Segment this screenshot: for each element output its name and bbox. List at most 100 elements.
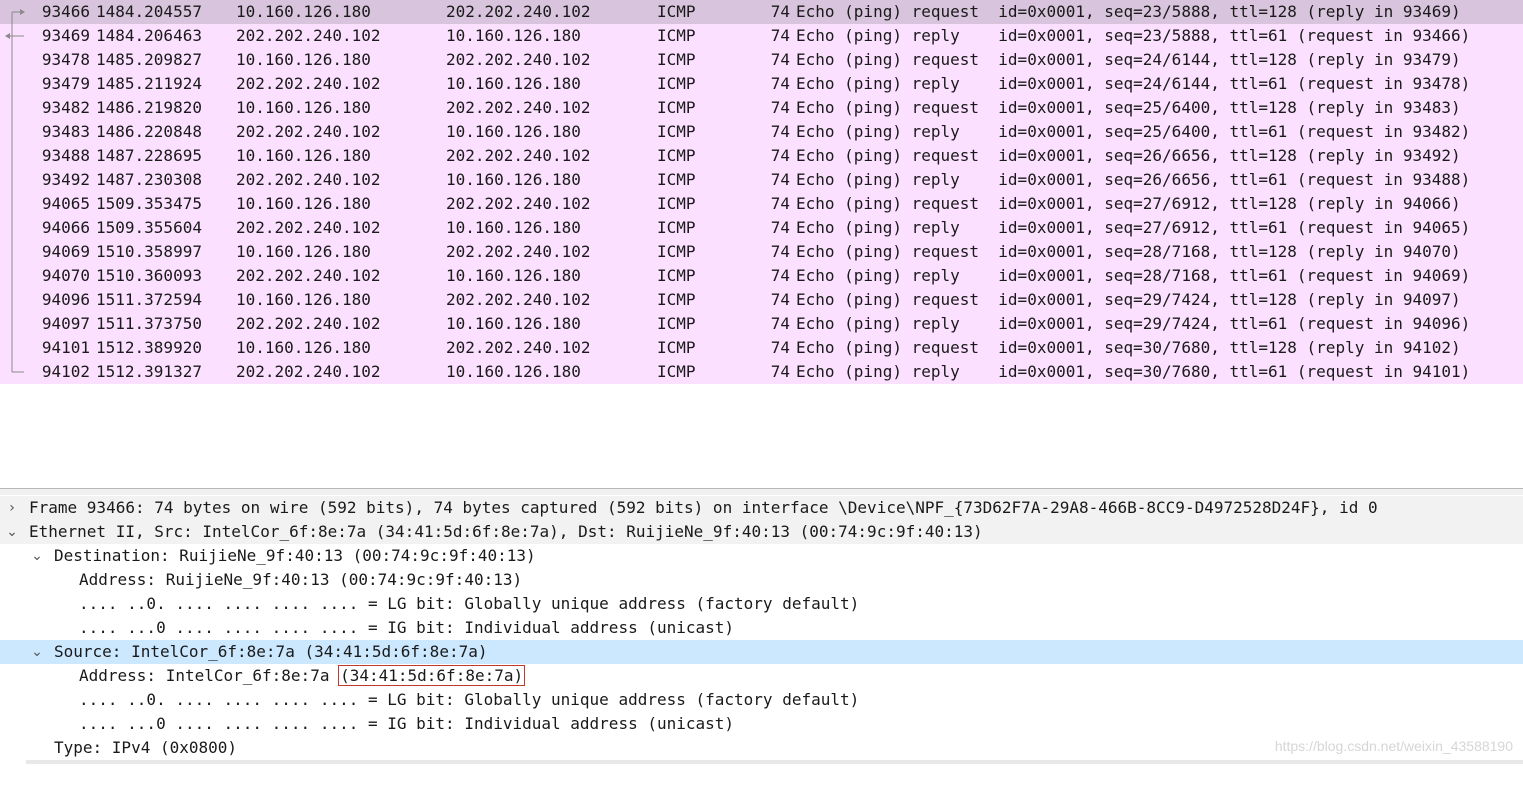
chevron-down-icon[interactable]: ⌄	[29, 544, 45, 568]
packet-time: 1512.391327	[96, 362, 202, 381]
packet-destination: 202.202.240.102	[446, 98, 591, 117]
packet-protocol: ICMP	[657, 266, 696, 285]
packet-no: 93488	[41, 146, 90, 165]
packet-info: Echo (ping) request id=0x0001, seq=24/61…	[796, 50, 1461, 69]
related-packet-icon	[11, 96, 13, 120]
related-packet-icon	[11, 312, 13, 336]
related-packet-icon	[11, 336, 13, 360]
packet-destination: 10.160.126.180	[446, 122, 581, 141]
tree-row-src-address[interactable]: Address: IntelCor_6f:8e:7a (34:41:5d:6f:…	[0, 664, 1523, 688]
tree-row-destination[interactable]: ⌄ Destination: RuijieNe_9f:40:13 (00:74:…	[0, 544, 1523, 568]
packet-protocol: ICMP	[657, 362, 696, 381]
chevron-down-icon[interactable]: ⌄	[4, 520, 20, 544]
packet-row[interactable]: 93469 1484.206463 202.202.240.102 10.160.12…	[0, 24, 1523, 48]
packet-protocol: ICMP	[657, 218, 696, 237]
packet-length: 74	[770, 170, 790, 189]
packet-length: 74	[770, 74, 790, 93]
tree-label-dst-address: Address: RuijieNe_9f:40:13 (00:74:9c:9f:…	[79, 570, 523, 589]
tree-row-src-lg-bit[interactable]: .... ..0. .... .... .... .... = LG bit: …	[0, 688, 1523, 712]
packet-row[interactable]: 94096 1511.372594 10.160.126.180 202.202.24…	[0, 288, 1523, 312]
packet-row[interactable]: 94069 1510.358997 10.160.126.180 202.202.24…	[0, 240, 1523, 264]
packet-list[interactable]: 93466 1484.204557 10.160.126.180 202.202.24…	[0, 0, 1523, 489]
packet-info: Echo (ping) reply id=0x0001, seq=28/7168…	[796, 266, 1471, 285]
tree-row-dst-lg-bit[interactable]: .... ..0. .... .... .... .... = LG bit: …	[0, 592, 1523, 616]
packet-source: 10.160.126.180	[236, 338, 371, 357]
packet-length: 74	[770, 146, 790, 165]
packet-row[interactable]: 94066 1509.355604 202.202.240.102 10.160.12…	[0, 216, 1523, 240]
packet-info: Echo (ping) request id=0x0001, seq=25/64…	[796, 98, 1461, 117]
tree-row-dst-address[interactable]: Address: RuijieNe_9f:40:13 (00:74:9c:9f:…	[0, 568, 1523, 592]
packet-time: 1510.358997	[96, 242, 202, 261]
packet-no: 93492	[41, 170, 90, 189]
related-packet-icon	[11, 360, 24, 373]
packet-info: Echo (ping) reply id=0x0001, seq=24/6144…	[796, 74, 1471, 93]
tree-row-ethernet[interactable]: ⌄ Ethernet II, Src: IntelCor_6f:8e:7a (3…	[0, 520, 1523, 544]
packet-source: 202.202.240.102	[236, 122, 381, 141]
src-address-prefix: Address: IntelCor_6f:8e:7a	[79, 666, 340, 685]
related-packet-icon	[11, 144, 13, 168]
packet-info: Echo (ping) request id=0x0001, seq=29/74…	[796, 290, 1461, 309]
packet-protocol: ICMP	[657, 170, 696, 189]
packet-source: 202.202.240.102	[236, 218, 381, 237]
packet-details-tree[interactable]: › Frame 93466: 74 bytes on wire (592 bit…	[0, 496, 1523, 764]
packet-row[interactable]: 93483 1486.220848 202.202.240.102 10.160.12…	[0, 120, 1523, 144]
related-packet-icon	[11, 9, 25, 24]
packet-length: 74	[770, 122, 790, 141]
tree-label-src-lg-bit: .... ..0. .... .... .... .... = LG bit: …	[79, 690, 860, 709]
packet-row[interactable]: 93488 1487.228695 10.160.126.180 202.202.24…	[0, 144, 1523, 168]
tree-row-src-ig-bit[interactable]: .... ...0 .... .... .... .... = IG bit: …	[0, 712, 1523, 736]
packet-row[interactable]: 94065 1509.353475 10.160.126.180 202.202.24…	[0, 192, 1523, 216]
tree-row-frame[interactable]: › Frame 93466: 74 bytes on wire (592 bit…	[0, 496, 1523, 520]
packet-row[interactable]: 93478 1485.209827 10.160.126.180 202.202.24…	[0, 48, 1523, 72]
packet-protocol: ICMP	[657, 98, 696, 117]
packet-protocol: ICMP	[657, 146, 696, 165]
related-packet-icon	[5, 24, 24, 48]
horizontal-scrollbar[interactable]	[26, 760, 1523, 764]
chevron-down-icon[interactable]: ⌄	[29, 640, 45, 664]
packet-row[interactable]: 94102 1512.391327 202.202.240.102 10.160.12…	[0, 360, 1523, 384]
related-packet-icon	[11, 48, 13, 72]
packet-length: 74	[770, 242, 790, 261]
packet-info: Echo (ping) reply id=0x0001, seq=29/7424…	[796, 314, 1471, 333]
packet-no: 93469	[41, 26, 90, 45]
packet-source: 10.160.126.180	[236, 194, 371, 213]
related-packet-icon	[11, 264, 13, 288]
packet-destination: 202.202.240.102	[446, 338, 591, 357]
packet-info: Echo (ping) request id=0x0001, seq=23/58…	[796, 2, 1461, 21]
packet-length: 74	[770, 290, 790, 309]
packet-destination: 202.202.240.102	[446, 290, 591, 309]
packet-source: 10.160.126.180	[236, 2, 371, 21]
tree-row-dst-ig-bit[interactable]: .... ...0 .... .... .... .... = IG bit: …	[0, 616, 1523, 640]
packet-no: 93478	[41, 50, 90, 69]
packet-row[interactable]: 93479 1485.211924 202.202.240.102 10.160.12…	[0, 72, 1523, 96]
packet-row[interactable]: 93466 1484.204557 10.160.126.180 202.202.24…	[0, 0, 1523, 24]
packet-protocol: ICMP	[657, 314, 696, 333]
packet-source: 202.202.240.102	[236, 314, 381, 333]
packet-info: Echo (ping) reply id=0x0001, seq=27/6912…	[796, 218, 1471, 237]
tree-label-destination: Destination: RuijieNe_9f:40:13 (00:74:9c…	[54, 546, 536, 565]
tree-row-source[interactable]: ⌄ Source: IntelCor_6f:8e:7a (34:41:5d:6f…	[0, 640, 1523, 664]
packet-row[interactable]: 93482 1486.219820 10.160.126.180 202.202.24…	[0, 96, 1523, 120]
packet-source: 202.202.240.102	[236, 26, 381, 45]
tree-label-frame: Frame 93466: 74 bytes on wire (592 bits)…	[29, 498, 1378, 517]
packet-info: Echo (ping) reply id=0x0001, seq=25/6400…	[796, 122, 1471, 141]
packet-length: 74	[770, 266, 790, 285]
packet-length: 74	[770, 26, 790, 45]
tree-label-dst-ig-bit: .... ...0 .... .... .... .... = IG bit: …	[79, 618, 735, 637]
packet-row[interactable]: 94101 1512.389920 10.160.126.180 202.202.24…	[0, 336, 1523, 360]
packet-destination: 10.160.126.180	[446, 74, 581, 93]
packet-row[interactable]: 94070 1510.360093 202.202.240.102 10.160.12…	[0, 264, 1523, 288]
packet-destination: 202.202.240.102	[446, 50, 591, 69]
packet-time: 1484.206463	[96, 26, 202, 45]
packet-source: 10.160.126.180	[236, 290, 371, 309]
packet-row[interactable]: 94097 1511.373750 202.202.240.102 10.160.12…	[0, 312, 1523, 336]
packet-time: 1484.204557	[96, 2, 202, 21]
pane-splitter[interactable]	[0, 489, 1523, 495]
packet-destination: 10.160.126.180	[446, 266, 581, 285]
packet-source: 10.160.126.180	[236, 146, 371, 165]
packet-destination: 10.160.126.180	[446, 170, 581, 189]
related-packet-icon	[11, 120, 13, 144]
chevron-right-icon[interactable]: ›	[4, 496, 20, 520]
packet-time: 1486.219820	[96, 98, 202, 117]
packet-row[interactable]: 93492 1487.230308 202.202.240.102 10.160.12…	[0, 168, 1523, 192]
